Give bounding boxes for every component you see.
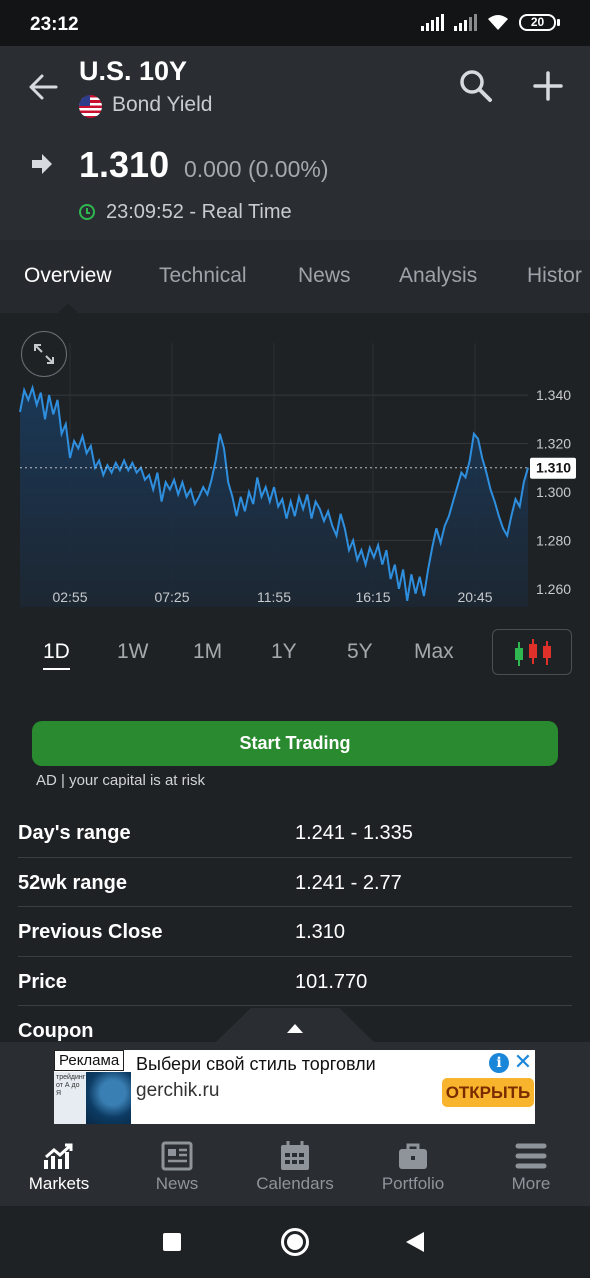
y-tick-label: 1.320: [536, 436, 571, 452]
nav-news[interactable]: News: [118, 1130, 236, 1206]
stat-value: 1.241 - 1.335: [295, 822, 413, 844]
status-bar: 23:12 20: [0, 0, 590, 46]
last-price: 1.310: [79, 144, 170, 185]
range-1w[interactable]: 1W: [117, 640, 149, 664]
instrument-title: U.S. 10Y: [79, 56, 188, 86]
stat-label: Price: [18, 970, 67, 993]
time-range-selector: 1D 1W 1M 1Y 5Y Max: [0, 627, 590, 677]
stat-row-days-range: Day's range 1.241 - 1.335: [18, 808, 572, 858]
y-tick-label: 1.340: [536, 387, 571, 403]
nav-calendars[interactable]: Calendars: [236, 1130, 354, 1206]
chevron-up-icon: [287, 1024, 303, 1033]
stat-label: Coupon: [18, 1020, 94, 1042]
plus-icon[interactable]: [532, 70, 564, 102]
wifi-icon: [488, 15, 508, 30]
expand-chart-icon[interactable]: [21, 331, 67, 377]
briefcase-icon: [399, 1143, 427, 1169]
nav-portfolio[interactable]: Portfolio: [354, 1130, 472, 1206]
quote-panel: 1.310 0.000 (0.00%) 23:09:52 - Real Time: [0, 128, 590, 240]
tab-technical[interactable]: Technical: [159, 264, 247, 288]
tab-news[interactable]: News: [298, 264, 351, 288]
home-icon[interactable]: [281, 1228, 309, 1256]
range-max[interactable]: Max: [414, 640, 454, 664]
last-price-label: 1.310: [536, 460, 571, 476]
us-flag-icon: [79, 95, 102, 118]
nav-label: Markets: [28, 1174, 90, 1193]
stat-row-52wk-range: 52wk range 1.241 - 2.77: [18, 858, 572, 907]
status-time: 23:12: [30, 14, 79, 35]
price-chart[interactable]: 1.340 1.320 1.300 1.280 1.260 02:55 07:25 11:5…: [0, 313, 590, 613]
y-tick-label: 1.300: [536, 484, 571, 500]
chart-type-button[interactable]: [492, 629, 572, 675]
battery-icon: 20: [519, 14, 560, 31]
news-icon: [161, 1141, 193, 1171]
nav-label: Calendars: [256, 1174, 334, 1193]
ad-label: Реклама: [54, 1050, 125, 1071]
close-icon[interactable]: ✕: [513, 1051, 533, 1073]
x-tick-label: 11:55: [257, 589, 291, 605]
range-1m[interactable]: 1M: [193, 640, 222, 664]
tab-historical[interactable]: Histor: [527, 264, 582, 288]
price-change: 0.000 (0.00%): [184, 156, 329, 182]
status-icons: 20: [421, 14, 560, 31]
signal-icon-2: [454, 14, 477, 31]
stat-value: 101.770: [295, 970, 368, 993]
signal-icon: [421, 14, 444, 31]
calendar-icon: [281, 1141, 309, 1170]
arrow-right-icon: [32, 154, 52, 174]
price-chart-svg: 1.340 1.320 1.300 1.280 1.260 02:55 07:25 11:5…: [19, 343, 576, 607]
app-bar: U.S. 10Y Bond Yield: [0, 46, 590, 128]
arrow-left-icon[interactable]: [26, 70, 60, 104]
nav-label: News: [155, 1174, 199, 1193]
tab-overview[interactable]: Overview: [24, 264, 112, 288]
system-navigation: [0, 1206, 590, 1278]
tab-analysis[interactable]: Analysis: [399, 264, 477, 288]
y-tick-label: 1.280: [536, 532, 571, 548]
start-trading-button[interactable]: Start Trading: [32, 721, 558, 766]
range-1d[interactable]: 1D: [43, 640, 70, 670]
x-tick-label: 07:25: [154, 589, 189, 605]
nav-markets[interactable]: Markets: [0, 1130, 118, 1206]
section-tabs: Overview Technical News Analysis Histor: [0, 240, 590, 313]
stat-label: Previous Close: [18, 921, 163, 943]
stat-row-price: Price 101.770: [18, 957, 572, 1006]
recents-icon[interactable]: [163, 1233, 181, 1251]
y-tick-label: 1.260: [536, 581, 571, 597]
ad-banner: Реклама трейдинг от А до Я Выбери свой с…: [0, 1042, 590, 1130]
last-price-marker: 1.310: [530, 457, 576, 479]
ad-domain: gerchik.ru: [136, 1080, 220, 1101]
menu-icon: [515, 1143, 547, 1169]
x-tick-label: 16:15: [355, 589, 390, 605]
back-triangle-icon[interactable]: [406, 1232, 424, 1252]
stat-label: 52wk range: [18, 871, 127, 894]
stat-row-previous-close: Previous Close 1.310: [18, 907, 572, 957]
candlestick-icon: [515, 639, 551, 666]
ad-content[interactable]: Реклама трейдинг от А до Я Выбери свой с…: [54, 1050, 535, 1124]
bottom-navigation: Markets News Calendars Portfolio More: [0, 1130, 590, 1206]
x-tick-label: 02:55: [52, 589, 87, 605]
stat-value: 1.241 - 2.77: [295, 871, 402, 894]
stat-label: Day's range: [18, 822, 131, 844]
nav-label: More: [511, 1174, 551, 1193]
stat-value: 1.310: [295, 921, 346, 943]
markets-chart-icon: [44, 1143, 73, 1169]
quote-timestamp: 23:09:52 - Real Time: [106, 201, 292, 223]
ad-open-button[interactable]: ОТКРЫТЬ: [442, 1078, 534, 1107]
ad-disclaimer: AD | your capital is at risk: [36, 772, 205, 789]
search-icon[interactable]: [458, 68, 494, 104]
clock-icon: [79, 204, 95, 220]
nav-label: Portfolio: [381, 1174, 445, 1193]
ad-headline: Выбери свой стиль торговли: [136, 1054, 376, 1074]
info-icon[interactable]: i: [489, 1053, 509, 1073]
range-1y[interactable]: 1Y: [271, 640, 297, 664]
active-tab-pointer: [58, 303, 78, 313]
range-5y[interactable]: 5Y: [347, 640, 373, 664]
instrument-subtitle: Bond Yield: [112, 93, 213, 116]
ad-thumb-caption: трейдинг от А до Я: [56, 1074, 86, 1097]
nav-more[interactable]: More: [472, 1130, 590, 1206]
x-tick-label: 20:45: [457, 589, 492, 605]
